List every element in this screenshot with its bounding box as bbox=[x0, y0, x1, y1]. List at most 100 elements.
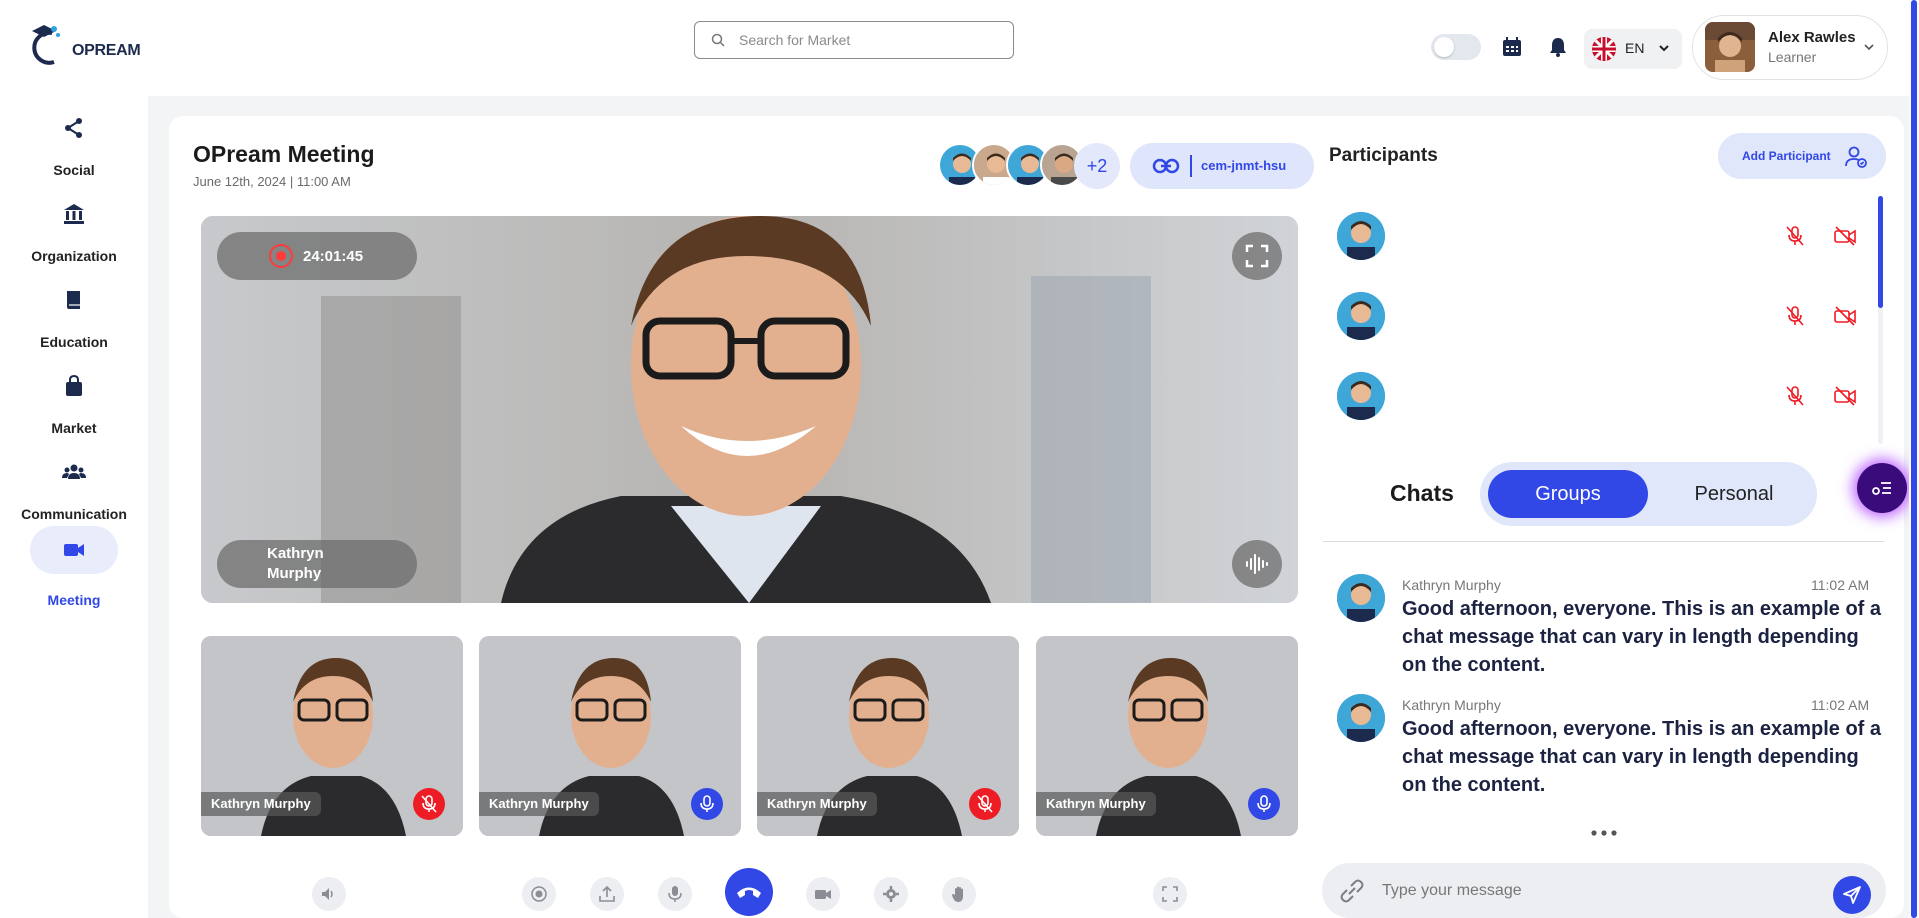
message-text: Good afternoon, everyone. This is an exa… bbox=[1402, 718, 1882, 796]
shopping-bag-icon bbox=[66, 374, 82, 396]
participant-avatar bbox=[1337, 212, 1385, 260]
message-time: 11:02 AM bbox=[1811, 577, 1870, 593]
volume-icon bbox=[322, 888, 333, 900]
participant-video-tile[interactable]: Kathryn Murphy bbox=[479, 636, 741, 836]
end-call-button[interactable] bbox=[725, 868, 773, 916]
user-profile-menu[interactable]: Alex Rawles Learner bbox=[1692, 15, 1888, 80]
hand-icon bbox=[952, 886, 963, 902]
user-role: Learner bbox=[1768, 49, 1817, 65]
participant-video-tile[interactable]: Kathryn Murphy bbox=[757, 636, 1019, 836]
sidebar-item-education[interactable]: Education bbox=[0, 278, 148, 364]
meeting-link-chip[interactable]: cem-jnmt-hsu bbox=[1130, 143, 1314, 189]
mic-off-icon[interactable] bbox=[1784, 385, 1806, 407]
share-screen-button[interactable] bbox=[590, 877, 624, 911]
sidebar-item-label: Communication bbox=[21, 506, 127, 522]
mic-off-icon[interactable] bbox=[1784, 305, 1806, 327]
sidebar-item-label: Meeting bbox=[47, 592, 101, 608]
gear-icon bbox=[883, 886, 899, 902]
message-avatar bbox=[1337, 574, 1385, 622]
participant-avatar bbox=[1337, 372, 1385, 420]
more-participants-count[interactable]: +2 bbox=[1074, 143, 1120, 189]
uk-flag-icon bbox=[1592, 37, 1616, 61]
sidebar-item-label: Organization bbox=[31, 248, 117, 264]
settings-button[interactable] bbox=[874, 877, 908, 911]
tab-personal[interactable]: Personal bbox=[1668, 470, 1800, 518]
add-user-icon bbox=[1845, 146, 1867, 168]
add-participant-button[interactable]: Add Participant bbox=[1718, 133, 1886, 179]
user-avatar bbox=[1705, 22, 1755, 72]
chat-type-switch: Groups Personal bbox=[1480, 462, 1817, 526]
language-selector[interactable]: EN bbox=[1584, 29, 1682, 69]
sidebar-item-communication[interactable]: Communication bbox=[0, 450, 148, 536]
search-input[interactable] bbox=[739, 30, 999, 50]
list-settings-icon bbox=[1872, 482, 1891, 495]
participants-title: Participants bbox=[1329, 145, 1438, 166]
mic-icon bbox=[700, 795, 714, 812]
message-text: Good afternoon, everyone. This is an exa… bbox=[1402, 598, 1882, 676]
add-participant-label: Add Participant bbox=[1742, 149, 1831, 163]
participant-video-tile[interactable]: Kathryn Murphy bbox=[201, 636, 463, 836]
mic-muted-indicator[interactable] bbox=[413, 788, 445, 820]
sidebar-item-meeting[interactable]: Meeting bbox=[0, 526, 148, 612]
meeting-code: cem-jnmt-hsu bbox=[1201, 158, 1287, 173]
opream-logo[interactable]: OPREAM bbox=[30, 25, 141, 67]
attachment-link-icon[interactable] bbox=[1338, 878, 1366, 904]
users-icon bbox=[62, 464, 86, 479]
fullscreen-toggle-button[interactable] bbox=[1153, 877, 1187, 911]
participant-name-tag: Kathryn Murphy bbox=[1036, 792, 1156, 816]
mic-muted-indicator[interactable] bbox=[969, 788, 1001, 820]
mic-off-icon bbox=[421, 795, 437, 813]
video-off-icon[interactable] bbox=[1834, 385, 1856, 407]
message-avatar bbox=[1337, 694, 1385, 742]
sidebar-item-label: Education bbox=[40, 334, 108, 350]
sidebar-item-market[interactable]: Market bbox=[0, 364, 148, 450]
send-button[interactable] bbox=[1833, 876, 1871, 914]
audio-wave-icon bbox=[1246, 554, 1268, 574]
video-off-icon[interactable] bbox=[1834, 225, 1856, 247]
message-time: 11:02 AM bbox=[1811, 697, 1870, 713]
search-box[interactable] bbox=[694, 21, 1014, 59]
sidebar-item-social[interactable]: Social bbox=[0, 106, 148, 192]
video-off-icon[interactable] bbox=[1834, 305, 1856, 327]
share-icon bbox=[65, 118, 82, 138]
calendar-icon[interactable] bbox=[1500, 35, 1524, 59]
mic-active-indicator[interactable] bbox=[691, 788, 723, 820]
mic-active-indicator[interactable] bbox=[1248, 788, 1280, 820]
chevron-down-icon bbox=[1659, 45, 1669, 52]
fullscreen-button[interactable] bbox=[1232, 232, 1282, 280]
message-input[interactable] bbox=[1382, 879, 1802, 903]
participant-name-tag: Kathryn Murphy bbox=[201, 792, 321, 816]
mic-off-icon[interactable] bbox=[1784, 225, 1806, 247]
raise-hand-button[interactable] bbox=[942, 877, 976, 911]
microphone-button[interactable] bbox=[658, 877, 692, 911]
search-icon bbox=[711, 33, 725, 47]
mic-icon bbox=[1257, 795, 1271, 812]
book-icon bbox=[67, 291, 80, 309]
sidebar-item-organization[interactable]: Organization bbox=[0, 192, 148, 278]
record-icon bbox=[269, 244, 293, 268]
bell-icon[interactable] bbox=[1546, 35, 1570, 59]
camera-button[interactable] bbox=[806, 877, 840, 911]
speaker-volume-button[interactable] bbox=[312, 877, 346, 911]
participant-video-tile[interactable]: Kathryn Murphy bbox=[1036, 636, 1298, 836]
tab-groups[interactable]: Groups bbox=[1488, 470, 1648, 518]
link-icon bbox=[1152, 158, 1180, 174]
language-code: EN bbox=[1625, 40, 1645, 56]
chats-title: Chats bbox=[1390, 480, 1454, 506]
record-button[interactable] bbox=[522, 877, 556, 911]
typing-dots-icon bbox=[1591, 830, 1617, 836]
participants-scrollbar[interactable] bbox=[1878, 196, 1883, 444]
theme-toggle[interactable] bbox=[1431, 34, 1481, 60]
sidebar-item-label: Social bbox=[53, 162, 95, 178]
sidebar-item-label: Market bbox=[51, 420, 97, 436]
audio-wave-button[interactable] bbox=[1232, 540, 1282, 588]
divider bbox=[1190, 155, 1192, 177]
top-header: OPREAM EN Alex Rawles Learner bbox=[0, 0, 1919, 96]
chevron-down-icon bbox=[1864, 44, 1874, 51]
hang-up-phone-icon bbox=[737, 887, 761, 898]
user-name: Alex Rawles bbox=[1768, 29, 1856, 46]
page-scrollbar[interactable] bbox=[1909, 0, 1919, 918]
logo-text: OPREAM bbox=[72, 42, 141, 59]
record-icon bbox=[531, 886, 547, 902]
chat-options-button[interactable] bbox=[1857, 463, 1907, 513]
